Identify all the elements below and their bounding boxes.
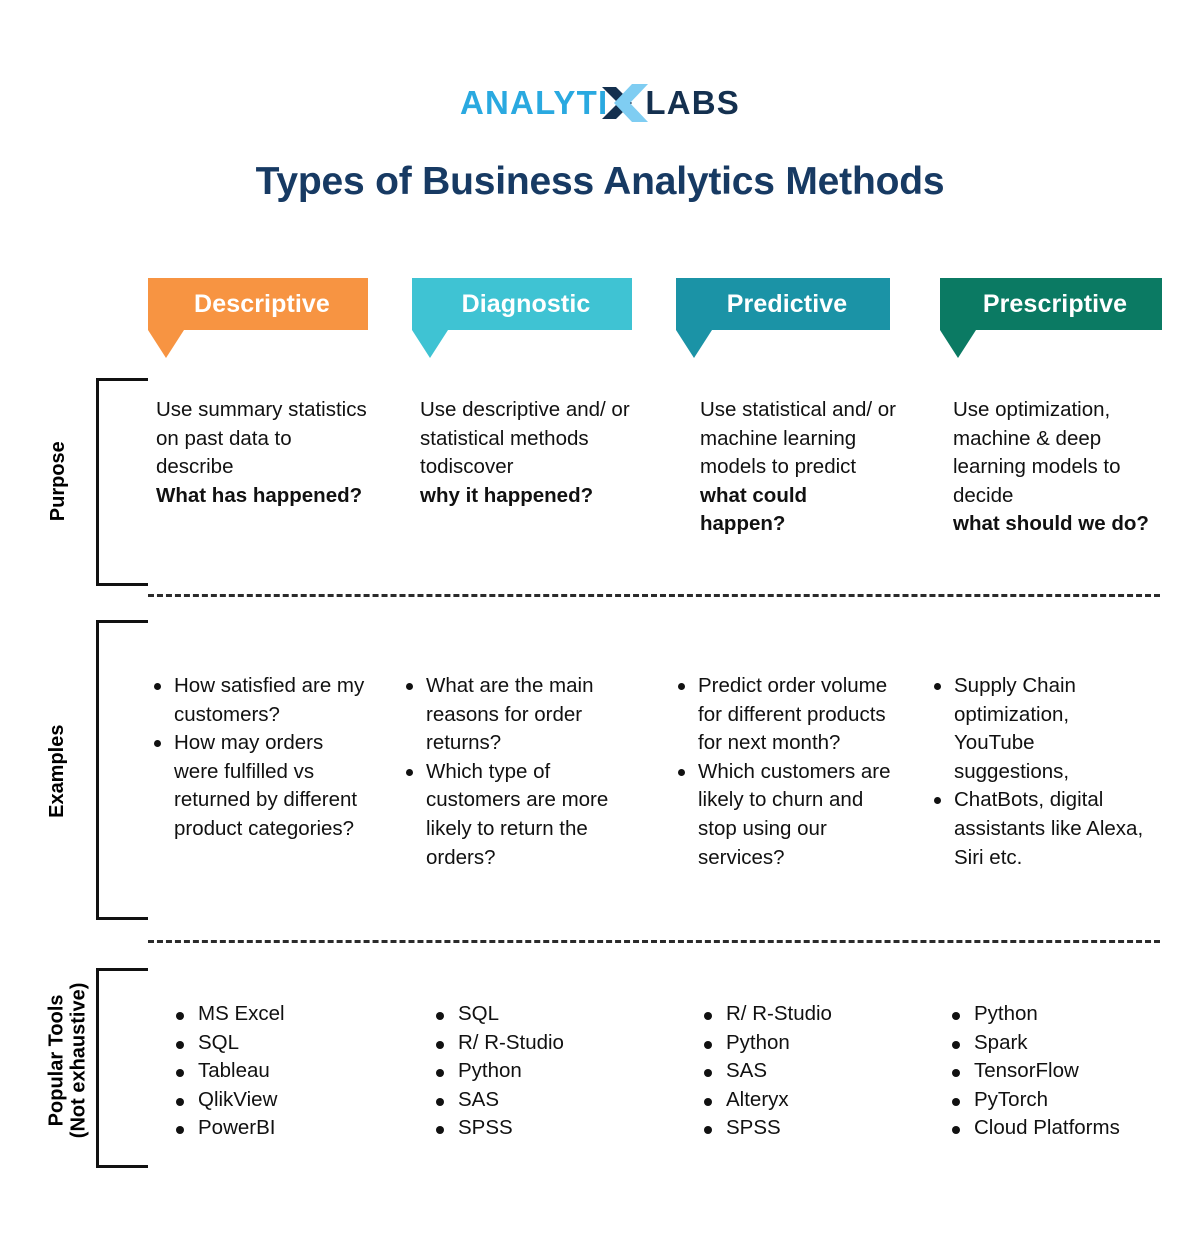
list-item: MS Excel bbox=[172, 1000, 382, 1029]
list-item: Python bbox=[432, 1057, 642, 1086]
examples-descriptive: How satisfied are my customers? How may … bbox=[152, 672, 370, 844]
list-item: PyTorch bbox=[948, 1086, 1178, 1115]
brand-logo: ANALYTI LABS bbox=[0, 82, 1200, 124]
list-item: R/ R-Studio bbox=[432, 1029, 642, 1058]
logo-text-analytix: ANALYTI bbox=[459, 84, 609, 121]
list-item: Alteryx bbox=[700, 1086, 910, 1115]
column-header-diagnostic[interactable]: Diagnostic bbox=[412, 278, 632, 358]
row-label-purpose: Purpose bbox=[46, 441, 69, 522]
tools-diagnostic: SQL R/ R-Studio Python SAS SPSS bbox=[432, 1000, 642, 1143]
list-item: How may orders were fulfilled vs returne… bbox=[152, 729, 370, 843]
list-item: Python bbox=[948, 1000, 1178, 1029]
infographic-page: ANALYTI LABS Types of Business Analytics … bbox=[0, 0, 1200, 1235]
separator-purpose-examples bbox=[148, 594, 1160, 597]
column-header-label: Predictive bbox=[726, 289, 848, 318]
banner-tail-icon bbox=[148, 330, 184, 358]
bracket-popular-tools bbox=[96, 968, 148, 1168]
row-label-examples: Examples bbox=[45, 724, 68, 818]
list-item: SQL bbox=[172, 1029, 382, 1058]
examples-prescriptive: Supply Chain optimization, YouTube sugge… bbox=[932, 672, 1152, 872]
list-item: SAS bbox=[432, 1086, 642, 1115]
row-label-line2: (Not exhaustive) bbox=[68, 982, 90, 1139]
examples-diagnostic: What are the main reasons for order retu… bbox=[404, 672, 634, 872]
bracket-purpose bbox=[96, 378, 148, 586]
list-item: SPSS bbox=[432, 1114, 642, 1143]
list-item: Predict order volume for different produ… bbox=[676, 672, 894, 758]
list-item: What are the main reasons for order retu… bbox=[404, 672, 634, 758]
logo-text-labs: LABS bbox=[645, 84, 740, 121]
list-item: SAS bbox=[700, 1057, 910, 1086]
tools-predictive: R/ R-Studio Python SAS Alteryx SPSS bbox=[700, 1000, 910, 1143]
banner-tail-icon bbox=[940, 330, 976, 358]
list-item: Tableau bbox=[172, 1057, 382, 1086]
column-header-label: Descriptive bbox=[194, 289, 330, 318]
list-item: SQL bbox=[432, 1000, 642, 1029]
purpose-descriptive: Use summary statistics on past data to d… bbox=[156, 396, 372, 510]
separator-examples-tools bbox=[148, 940, 1160, 943]
purpose-normal-text: Use optimization, machine & deep learnin… bbox=[953, 398, 1121, 507]
list-item: Which customers are likely to churn and … bbox=[676, 758, 894, 872]
list-item: ChatBots, digital assistants like Alexa,… bbox=[932, 786, 1152, 872]
column-header-descriptive[interactable]: Descriptive bbox=[148, 278, 368, 358]
purpose-normal-text: Use descriptive and/ or statistical meth… bbox=[420, 398, 630, 479]
purpose-diagnostic: Use descriptive and/ or statistical meth… bbox=[420, 396, 642, 510]
list-item: TensorFlow bbox=[948, 1057, 1178, 1086]
list-item: Cloud Platforms bbox=[948, 1114, 1178, 1143]
purpose-normal-text: Use statistical and/ or machine learning… bbox=[700, 398, 896, 479]
list-item: PowerBI bbox=[172, 1114, 382, 1143]
page-title: Types of Business Analytics Methods bbox=[255, 160, 945, 203]
list-item: How satisfied are my customers? bbox=[152, 672, 370, 729]
purpose-bold-text: what could happen? bbox=[700, 483, 808, 536]
tools-prescriptive: Python Spark TensorFlow PyTorch Cloud Pl… bbox=[948, 1000, 1178, 1143]
purpose-bold-text: What has happened? bbox=[156, 483, 363, 507]
list-item: Supply Chain optimization, YouTube sugge… bbox=[932, 672, 1152, 786]
banner-tail-icon bbox=[412, 330, 448, 358]
tools-descriptive: MS Excel SQL Tableau QlikView PowerBI bbox=[172, 1000, 382, 1143]
purpose-normal-text: Use summary statistics on past data to d… bbox=[156, 398, 367, 479]
list-item: Spark bbox=[948, 1029, 1178, 1058]
column-header-label: Diagnostic bbox=[461, 289, 591, 318]
list-item: R/ R-Studio bbox=[700, 1000, 910, 1029]
examples-predictive: Predict order volume for different produ… bbox=[676, 672, 894, 872]
bracket-examples bbox=[96, 620, 148, 920]
purpose-prescriptive: Use optimization, machine & deep learnin… bbox=[953, 396, 1153, 539]
column-header-prescriptive[interactable]: Prescriptive bbox=[940, 278, 1162, 358]
list-item: Python bbox=[700, 1029, 910, 1058]
column-header-predictive[interactable]: Predictive bbox=[676, 278, 890, 358]
letter-x-chevron-icon bbox=[602, 82, 649, 124]
banner-tail-icon bbox=[676, 330, 712, 358]
row-label-popular-tools: Popular Tools (Not exhaustive) bbox=[46, 960, 91, 1160]
list-item: QlikView bbox=[172, 1086, 382, 1115]
purpose-bold-text: why it happened? bbox=[420, 483, 594, 507]
list-item: SPSS bbox=[700, 1114, 910, 1143]
row-label-line1: Popular Tools bbox=[45, 994, 68, 1127]
list-item: Which type of customers are more likely … bbox=[404, 758, 634, 872]
column-header-label: Prescriptive bbox=[982, 289, 1128, 318]
purpose-predictive: Use statistical and/ or machine learning… bbox=[700, 396, 896, 539]
purpose-bold-text: what should we do? bbox=[953, 512, 1149, 536]
